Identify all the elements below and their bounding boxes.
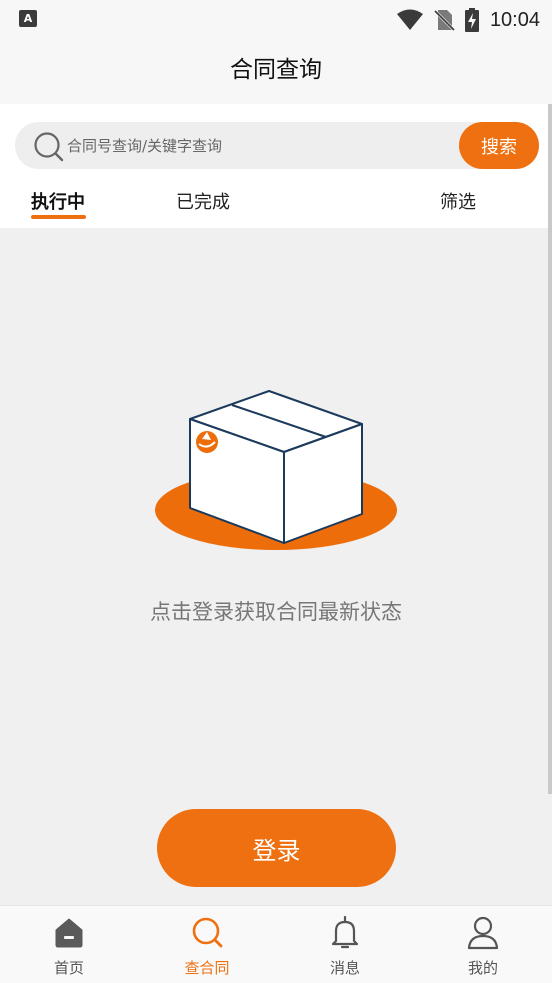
status-bar: A 10:04 xyxy=(0,0,552,40)
nav-messages[interactable]: 消息 xyxy=(295,906,395,983)
bottom-navigation: 首页 查合同 消息 我的 xyxy=(0,905,552,983)
search-input[interactable] xyxy=(67,122,447,169)
empty-box-illustration xyxy=(155,390,397,550)
filter-button[interactable]: 筛选 xyxy=(440,188,476,214)
battery-charging-icon xyxy=(464,8,479,32)
search-bar: 搜索 xyxy=(15,122,539,169)
empty-state-area: 点击登录获取合同最新状态 登录 xyxy=(0,228,552,905)
nav-messages-label: 消息 xyxy=(329,959,360,977)
nav-profile-label: 我的 xyxy=(467,959,498,977)
clock: 10:04 xyxy=(489,8,540,31)
empty-state-message: 点击登录获取合同最新状态 xyxy=(150,600,402,624)
home-icon xyxy=(55,918,83,948)
nav-contract-search[interactable]: 查合同 xyxy=(157,906,257,983)
status-icons: 10:04 xyxy=(396,7,540,33)
title-bar: 合同查询 xyxy=(0,40,552,104)
user-icon xyxy=(467,916,499,950)
search-icon xyxy=(192,917,223,948)
brand-logo-icon xyxy=(196,431,218,453)
nav-contract-search-label: 查合同 xyxy=(184,959,230,977)
page-title: 合同查询 xyxy=(230,57,322,83)
tab-in-progress[interactable]: 执行中 xyxy=(31,188,85,214)
tab-completed[interactable]: 已完成 xyxy=(176,188,230,214)
nav-home[interactable]: 首页 xyxy=(19,906,119,983)
active-tab-indicator xyxy=(31,215,86,219)
nav-home-label: 首页 xyxy=(53,959,84,977)
login-button[interactable]: 登录 xyxy=(157,809,396,887)
search-icon xyxy=(34,132,64,162)
search-section: 搜索 执行中 已完成 筛选 xyxy=(0,104,552,228)
search-button[interactable]: 搜索 xyxy=(459,122,539,169)
nav-profile[interactable]: 我的 xyxy=(433,906,533,983)
app-notification-icon: A xyxy=(19,10,37,27)
no-sim-icon xyxy=(433,9,455,32)
wifi-icon xyxy=(396,9,423,30)
bell-icon xyxy=(331,916,359,949)
scrollbar[interactable] xyxy=(548,104,552,794)
